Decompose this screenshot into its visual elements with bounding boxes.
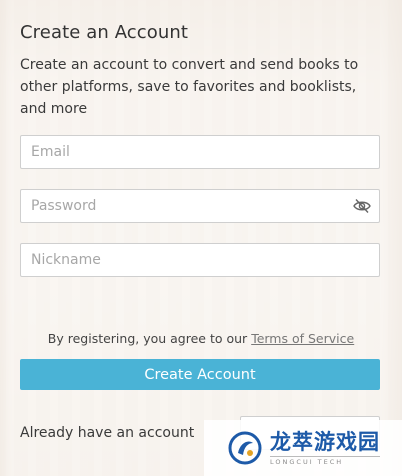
watermark-chinese-text: 龙萃游戏园 [270,430,380,454]
email-field[interactable] [20,135,380,169]
page-title: Create an Account [20,22,189,43]
terms-prefix: By registering, you agree to our [47,331,248,346]
watermark-overlay: 龙萃游戏园 LONGCUI TECH [204,420,402,476]
form-description: Create an account to convert and send bo… [20,57,359,117]
create-account-button[interactable]: Create Account [20,359,380,390]
watermark-english-text: LONGCUI TECH [270,456,380,466]
eye-slash-icon[interactable] [351,196,373,216]
terms-of-service-link[interactable]: Terms of Service [251,331,354,346]
terms-notice: By registering, you agree to our Terms o… [0,331,402,346]
create-account-panel: Create an Account Create an account to c… [0,0,402,476]
longcui-logo-icon [228,431,262,465]
nickname-field[interactable] [20,243,380,277]
password-field[interactable] [20,189,380,223]
already-have-account-text: Already have an account [20,425,195,441]
